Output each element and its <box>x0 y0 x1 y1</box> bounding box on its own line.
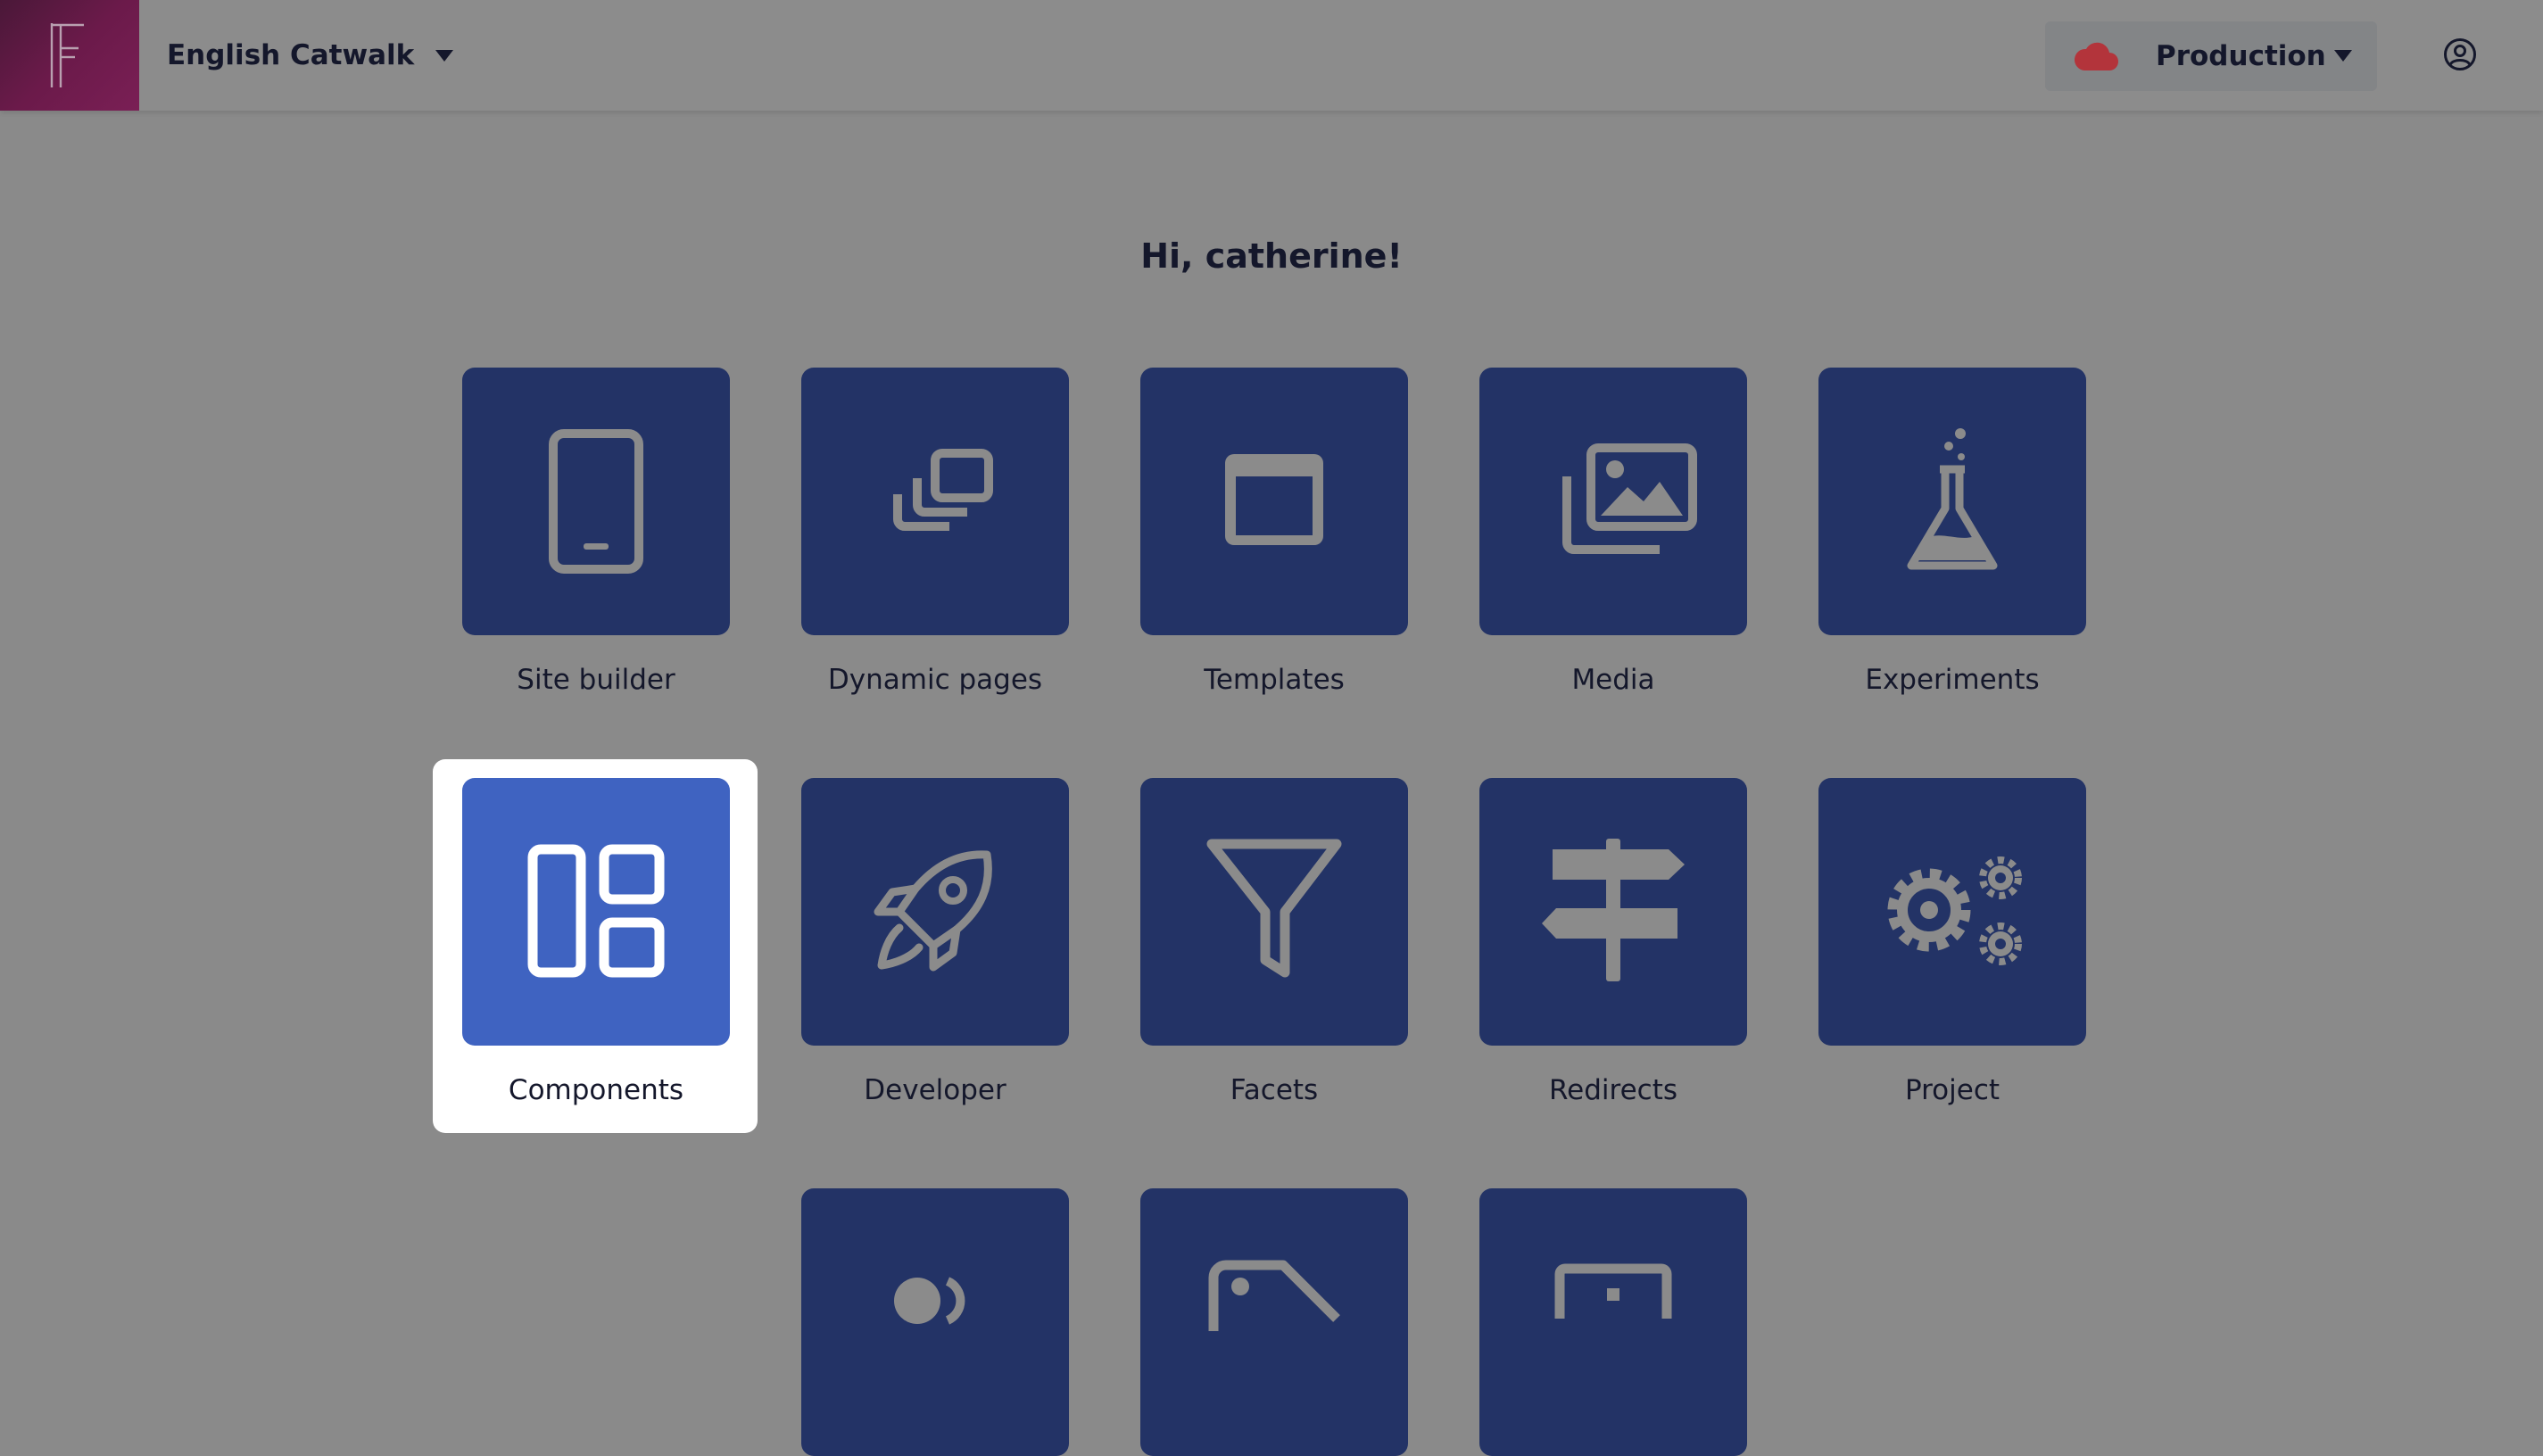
tile-icon-box <box>1818 368 2086 635</box>
tile-archive[interactable] <box>1479 1188 1747 1456</box>
rocket-icon <box>874 850 992 972</box>
app-logo[interactable] <box>0 0 139 111</box>
image-gallery-icon <box>1562 443 1697 554</box>
chevron-down-icon <box>2334 50 2352 62</box>
tile-templates[interactable]: Templates <box>1140 368 1408 696</box>
tile-developer[interactable]: Developer <box>801 778 1069 1106</box>
tile-users[interactable] <box>801 1188 1069 1456</box>
tile-icon-box <box>462 778 730 1046</box>
tile-site-builder[interactable]: Site builder <box>462 368 730 696</box>
tile-redirects[interactable]: Redirects <box>1479 778 1747 1106</box>
site-selector[interactable]: English Catwalk <box>167 34 454 77</box>
tile-facets[interactable]: Facets <box>1140 778 1408 1106</box>
tile-icon-box <box>1140 778 1408 1046</box>
tile-components[interactable]: Components <box>462 778 730 1106</box>
tile-label: Experiments <box>1865 664 2040 696</box>
gears-icon <box>1887 856 2022 965</box>
tile-project[interactable]: Project <box>1818 778 2086 1106</box>
environment-label: Production <box>2156 40 2326 72</box>
tile-label: Dynamic pages <box>827 664 1043 696</box>
layout-blocks-icon <box>527 844 665 978</box>
chevron-down-icon <box>435 49 454 62</box>
tile-dynamic-pages[interactable]: Dynamic pages <box>801 368 1069 696</box>
stacked-pages-icon <box>893 449 993 531</box>
filter-funnel-icon <box>1206 839 1342 978</box>
environment-selector[interactable]: Production <box>2045 21 2377 91</box>
user-account-icon[interactable] <box>2443 37 2477 71</box>
tile-label: Templates <box>1204 664 1345 696</box>
tile-label: Developer <box>864 1074 1006 1106</box>
tile-icon-box <box>1479 368 1747 635</box>
tile-label: Site builder <box>517 664 675 696</box>
top-bar: English Catwalk Production <box>0 0 2543 111</box>
tile-tags[interactable] <box>1140 1188 1408 1456</box>
site-name: English Catwalk <box>167 39 415 71</box>
signpost-icon <box>1542 839 1685 981</box>
cloud-icon <box>2074 42 2118 70</box>
greeting-heading: Hi, catherine! <box>1140 236 1403 276</box>
logo-icon <box>50 23 84 87</box>
tile-label: Redirects <box>1549 1074 1677 1106</box>
tile-icon-box <box>801 1188 1069 1456</box>
tile-label: Components <box>508 1074 684 1106</box>
tile-icon-box <box>1140 1188 1408 1456</box>
tile-icon-box <box>1479 1188 1747 1456</box>
tile-label: Media <box>1571 664 1655 696</box>
tag-icon <box>1208 1260 1340 1331</box>
flask-icon <box>1907 428 1998 570</box>
tile-media[interactable]: Media <box>1479 368 1747 696</box>
mobile-device-icon <box>549 429 643 574</box>
tile-icon-box <box>1479 778 1747 1046</box>
tile-icon-box <box>801 778 1069 1046</box>
tile-icon-box <box>1140 368 1408 635</box>
window-template-icon <box>1225 454 1323 545</box>
tile-icon-box <box>801 368 1069 635</box>
users-icon <box>894 1277 965 1325</box>
tile-icon-box <box>462 368 730 635</box>
archive-icon <box>1554 1263 1672 1319</box>
tile-experiments[interactable]: Experiments <box>1818 368 2086 696</box>
tile-label: Project <box>1904 1074 2000 1106</box>
tile-icon-box <box>1818 778 2086 1046</box>
tile-label: Facets <box>1230 1074 1319 1106</box>
